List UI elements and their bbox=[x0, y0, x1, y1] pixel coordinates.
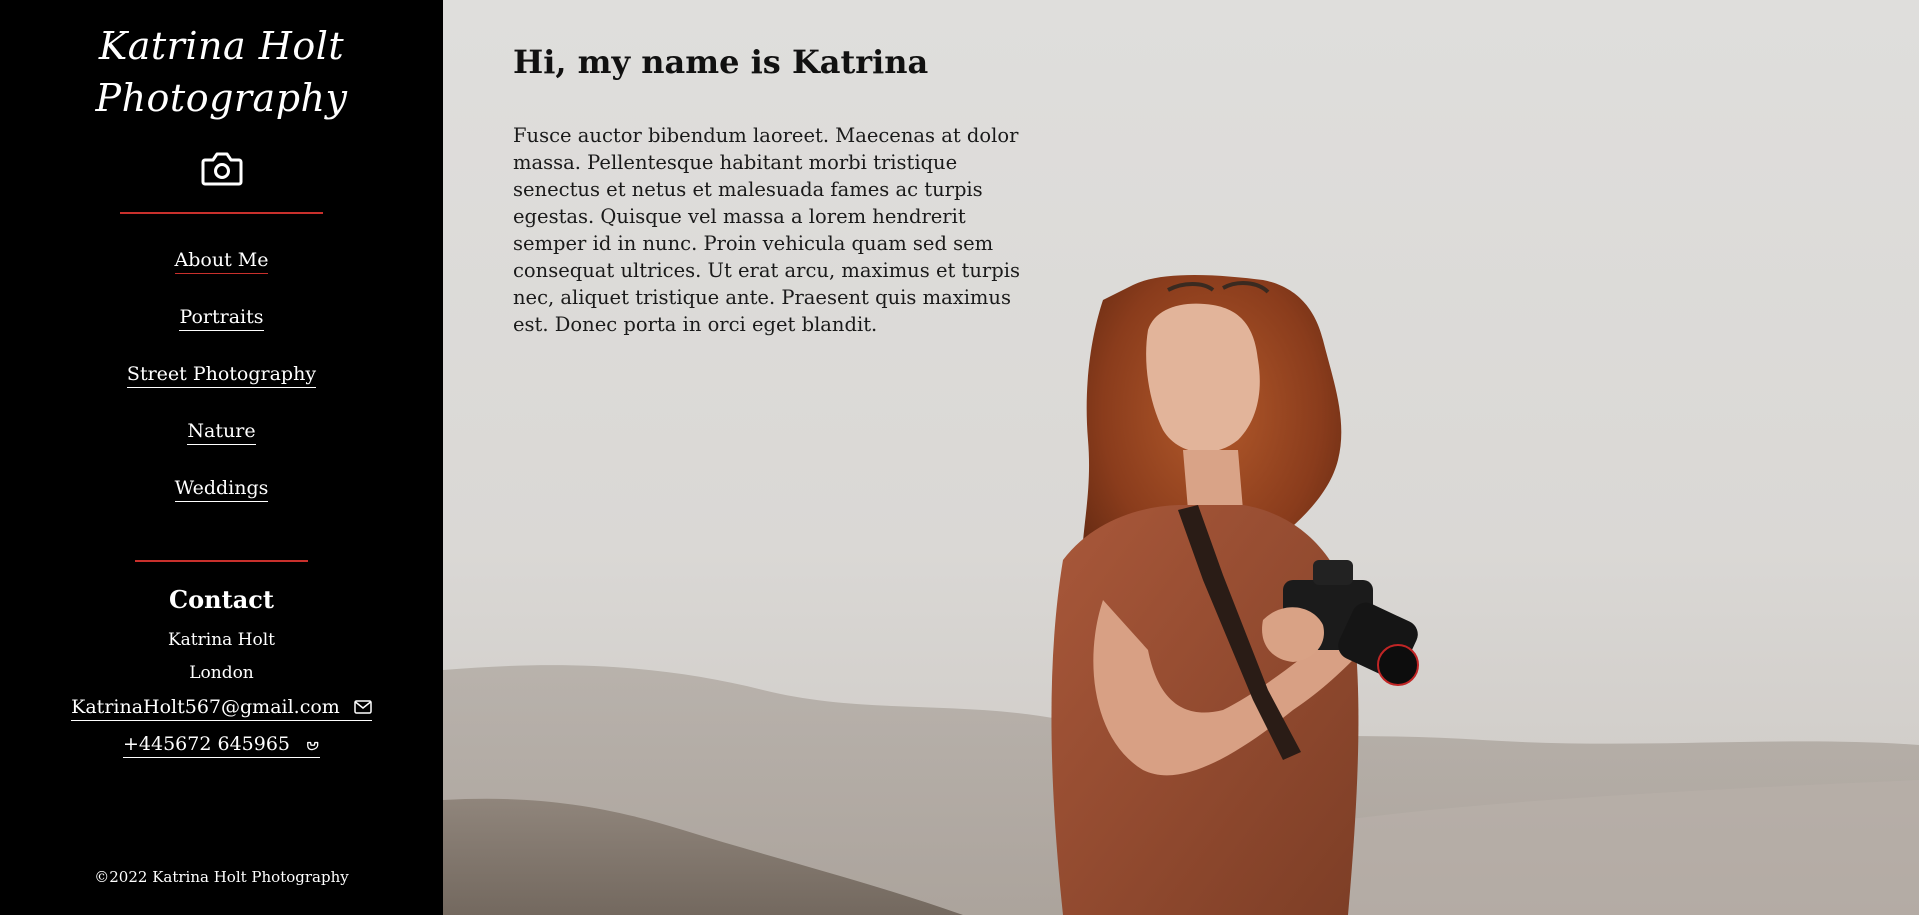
page: Katrina Holt Photography About Me Portra… bbox=[0, 0, 1919, 915]
sidebar: Katrina Holt Photography About Me Portra… bbox=[0, 0, 443, 915]
brand-title-line1: Katrina Holt bbox=[98, 24, 345, 68]
nav-item-street-photography: Street Photography bbox=[0, 362, 443, 419]
contact-email-link[interactable]: KatrinaHolt567@gmail.com bbox=[71, 694, 372, 721]
contact-phone: +445672 645965 bbox=[122, 733, 291, 755]
brand-title-line2: Photography bbox=[95, 76, 348, 120]
contact-email: KatrinaHolt567@gmail.com bbox=[71, 696, 340, 718]
hero-heading: Hi, my name is Katrina bbox=[513, 43, 929, 81]
hero-body: Fusce auctor bibendum laoreet. Maecenas … bbox=[513, 124, 1020, 336]
footer-copyright: ©2022 Katrina Holt Photography bbox=[94, 868, 349, 886]
nav-link-weddings[interactable]: Weddings bbox=[174, 476, 269, 502]
contact-phone-link[interactable]: +445672 645965 bbox=[122, 731, 321, 758]
main-nav: About Me Portraits Street Photography Na… bbox=[0, 248, 443, 533]
hero-section: Hi, my name is Katrina Fusce auctor bibe… bbox=[443, 0, 1919, 915]
phone-icon bbox=[307, 741, 319, 751]
nav-link-portraits[interactable]: Portraits bbox=[179, 305, 264, 331]
brand-title[interactable]: Katrina Holt Photography bbox=[0, 20, 443, 124]
camera-icon bbox=[201, 152, 243, 186]
nav-item-nature: Nature bbox=[0, 419, 443, 476]
nav-link-nature[interactable]: Nature bbox=[187, 419, 256, 445]
envelope-icon bbox=[354, 700, 372, 714]
sidebar-divider-contact bbox=[135, 560, 308, 562]
nav-item-about-me: About Me bbox=[0, 248, 443, 305]
contact-section: Contact Katrina Holt London KatrinaHolt5… bbox=[0, 584, 443, 758]
nav-item-portraits: Portraits bbox=[0, 305, 443, 362]
contact-title: Contact bbox=[169, 585, 274, 614]
nav-link-street-photography[interactable]: Street Photography bbox=[126, 362, 317, 388]
nav-link-about-me[interactable]: About Me bbox=[174, 248, 269, 274]
sidebar-divider-top bbox=[120, 212, 323, 214]
contact-city: London bbox=[189, 663, 254, 683]
nav-item-weddings: Weddings bbox=[0, 476, 443, 533]
contact-name: Katrina Holt bbox=[167, 630, 276, 650]
